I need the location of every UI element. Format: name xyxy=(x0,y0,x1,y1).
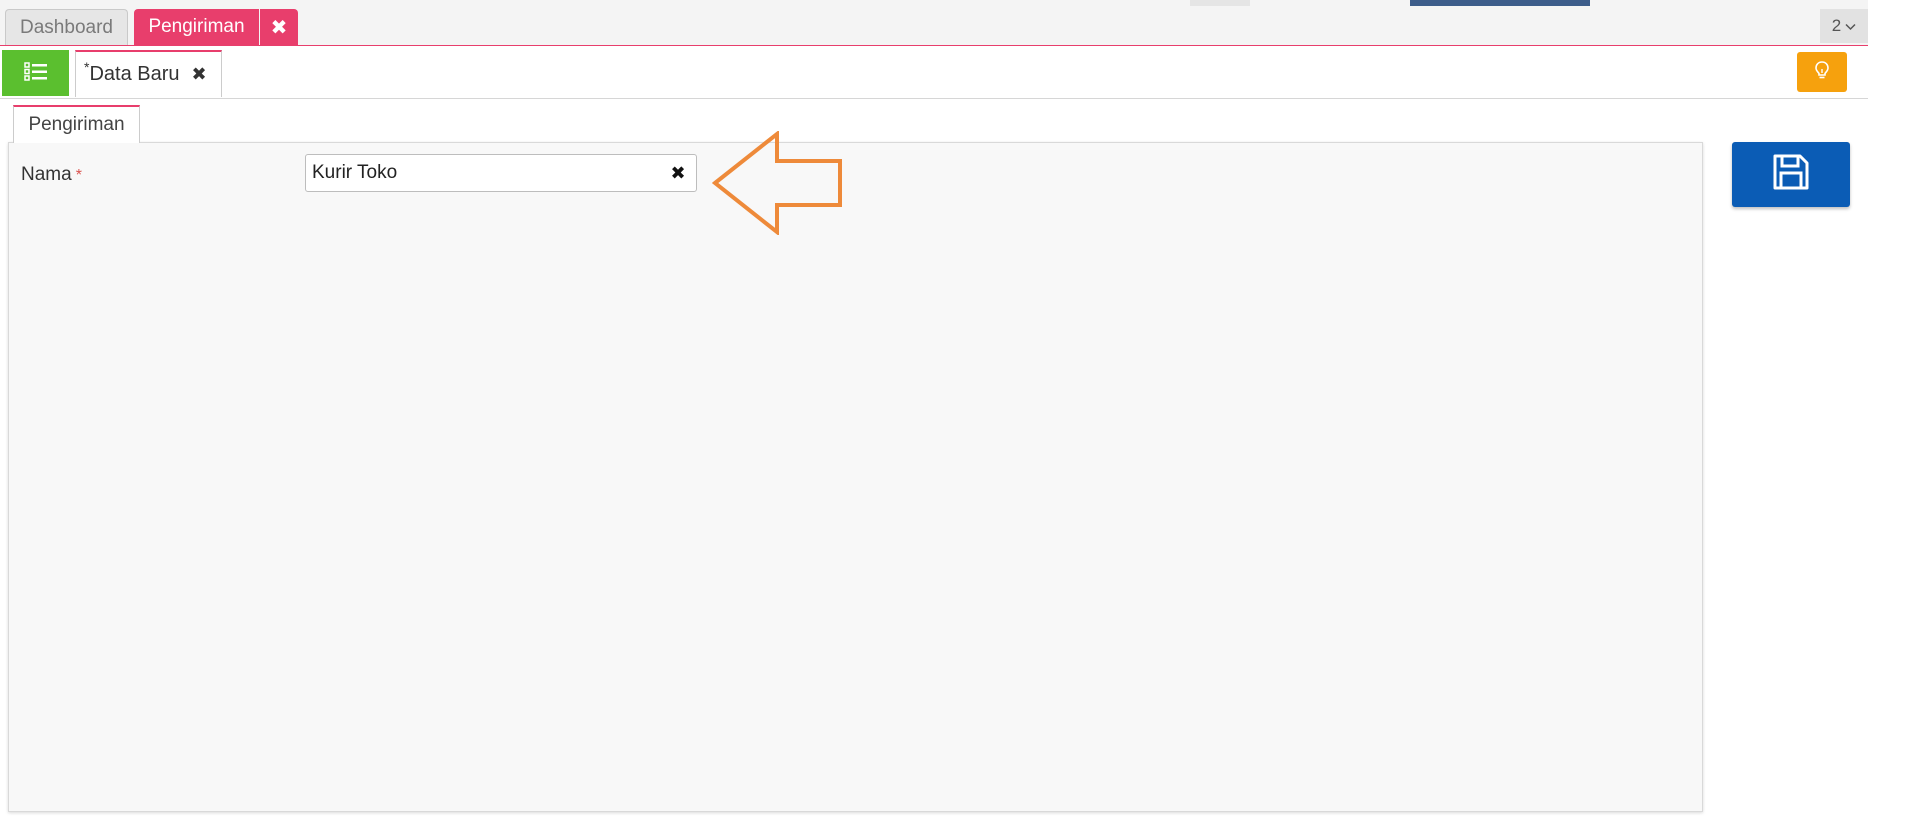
header-decoration xyxy=(1410,0,1590,6)
doc-tab-label: Data Baru xyxy=(89,63,180,85)
menu-button[interactable] xyxy=(2,50,69,96)
nama-label-text: Nama xyxy=(21,164,72,185)
tab-pengiriman[interactable]: Pengiriman xyxy=(134,9,259,45)
required-marker: * xyxy=(75,167,82,184)
nama-label: Nama * xyxy=(21,164,82,186)
page-margin xyxy=(1868,0,1918,826)
nama-field[interactable]: ✖ xyxy=(305,154,697,192)
top-tab-bar: Dashboard Pengiriman ✖ 2 xyxy=(0,0,1868,46)
tab-count-dropdown[interactable]: 2 xyxy=(1820,9,1868,43)
unsaved-marker: * xyxy=(84,58,90,75)
close-icon[interactable]: ✖ xyxy=(192,64,207,85)
tab-dashboard[interactable]: Dashboard xyxy=(5,9,128,45)
content-area: Pengiriman Nama* ✖ xyxy=(0,99,1868,826)
lightbulb-icon xyxy=(1813,60,1831,85)
close-icon[interactable]: ✖ xyxy=(260,9,298,45)
document-tab-bar: * Data Baru ✖ xyxy=(0,46,1868,99)
clear-icon[interactable]: ✖ xyxy=(660,163,696,184)
app-window: Dashboard Pengiriman ✖ 2 * Data Baru ✖ P… xyxy=(0,0,1868,826)
list-icon xyxy=(23,61,48,86)
tab-data-baru[interactable]: * Data Baru ✖ xyxy=(75,50,222,97)
arrow-left-annotation-icon xyxy=(711,129,844,240)
tab-form-pengiriman[interactable]: Pengiriman xyxy=(13,105,140,143)
save-button[interactable] xyxy=(1732,142,1850,207)
chevron-down-icon xyxy=(1845,16,1856,36)
form-panel: Nama* ✖ xyxy=(8,129,1703,812)
floppy-disk-icon xyxy=(1771,152,1811,197)
nama-input[interactable] xyxy=(306,154,660,192)
tip-button[interactable] xyxy=(1797,52,1847,92)
header-decoration xyxy=(1190,0,1250,6)
tab-count-value: 2 xyxy=(1831,16,1842,35)
